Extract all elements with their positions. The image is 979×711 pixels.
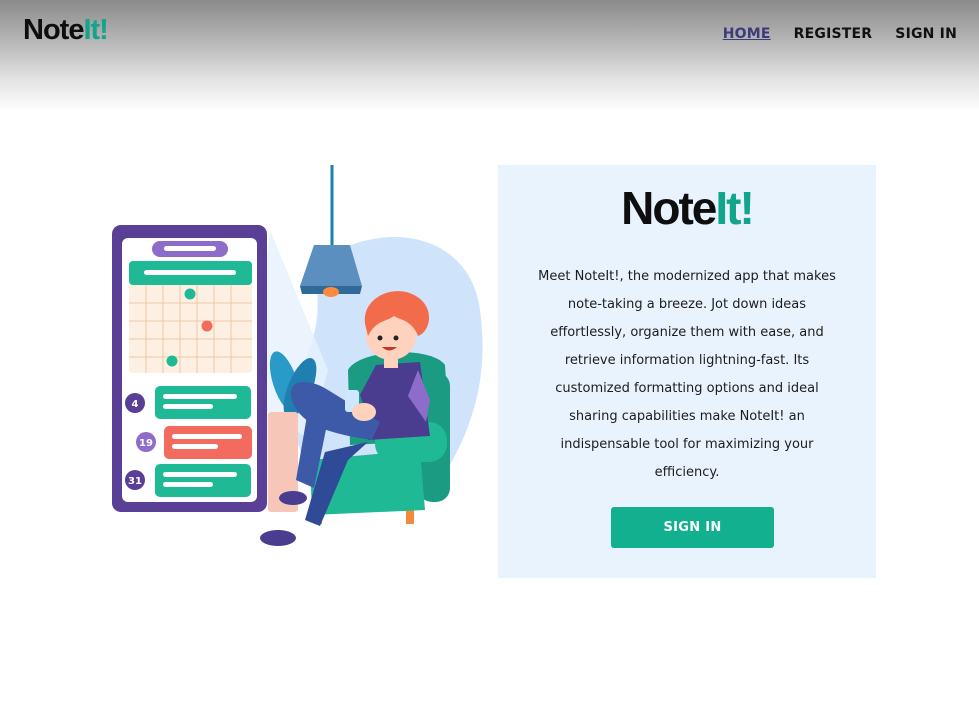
intro-card: NoteIt! Meet NoteIt!, the modernized app… xyxy=(498,165,876,578)
illustration-shape xyxy=(166,355,178,367)
illustration-shape xyxy=(144,270,236,275)
brand-text-note: Note xyxy=(621,182,717,234)
illustration-shape xyxy=(260,530,296,546)
illustration-shape xyxy=(155,464,251,497)
illustration-shape xyxy=(279,491,307,505)
nav-signin-link[interactable]: SIGN IN xyxy=(895,26,957,42)
illustration-shape xyxy=(172,434,242,439)
illustration-shape xyxy=(393,335,399,341)
header: NoteIt! HOME REGISTER SIGN IN xyxy=(0,0,979,112)
hero-illustration: 4 19 31 xyxy=(112,165,483,546)
logo-text-it: It! xyxy=(83,14,108,46)
brand-text-it: It! xyxy=(715,182,754,234)
illustration-shape xyxy=(406,510,414,524)
nav-register-link[interactable]: REGISTER xyxy=(794,26,873,42)
illustration-shape xyxy=(155,386,251,419)
illustration-shape xyxy=(172,444,218,449)
illustration-shape xyxy=(163,404,213,409)
illustration-shape xyxy=(323,287,339,297)
illustration-shape xyxy=(377,335,383,341)
illustration-shape xyxy=(163,482,213,487)
calendar-badge-2: 19 xyxy=(139,438,153,449)
illustration-shape xyxy=(164,246,216,251)
brand-logo: NoteIt! xyxy=(498,183,876,234)
signin-button[interactable]: SIGN IN xyxy=(611,507,774,548)
logo[interactable]: NoteIt! xyxy=(23,14,109,46)
illustration-shape xyxy=(163,394,237,399)
phone-calendar-icon: 4 19 31 xyxy=(112,225,267,512)
main-nav: HOME REGISTER SIGN IN xyxy=(723,26,957,42)
illustration-shape xyxy=(184,288,196,300)
nav-home-link[interactable]: HOME xyxy=(723,26,771,42)
illustration-shape xyxy=(201,320,213,332)
illustration-shape xyxy=(163,472,237,477)
illustration-shape xyxy=(352,403,376,421)
calendar-badge-1: 4 xyxy=(132,399,139,410)
intro-description: Meet NoteIt!, the modernized app that ma… xyxy=(538,269,836,480)
calendar-badge-3: 31 xyxy=(128,476,142,487)
logo-text-note: Note xyxy=(23,14,84,46)
illustration-shape xyxy=(164,426,252,459)
